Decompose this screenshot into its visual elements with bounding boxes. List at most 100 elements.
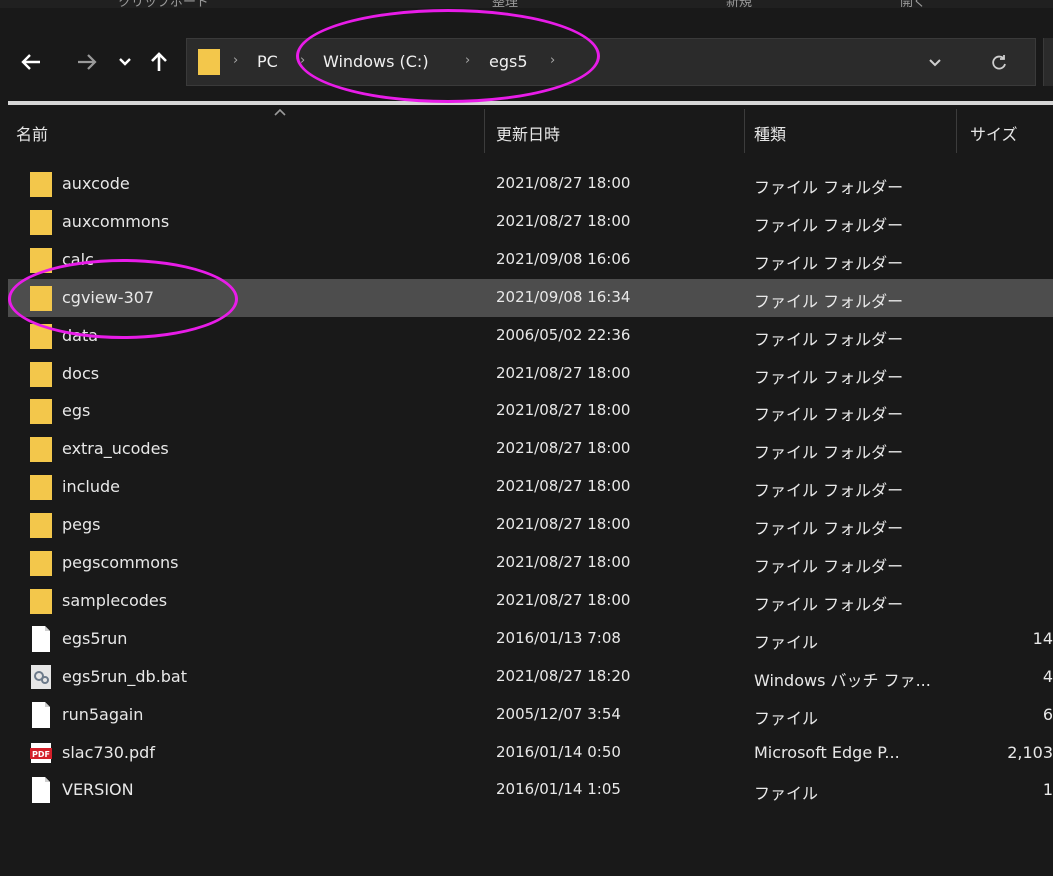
recent-locations-button[interactable] bbox=[112, 50, 138, 74]
svg-text:PDF: PDF bbox=[32, 750, 50, 759]
breadcrumb-item-pc[interactable]: PC bbox=[257, 52, 278, 71]
file-row[interactable]: cgview-307 2021/09/08 16:34 ファイル フォルダー bbox=[8, 278, 1053, 317]
file-type: ファイル フォルダー bbox=[754, 481, 904, 501]
file-name: pegscommons bbox=[62, 553, 179, 572]
file-type: ファイル bbox=[754, 708, 819, 728]
file-date: 2021/08/27 18:00 bbox=[496, 439, 631, 458]
file-type: ファイル フォルダー bbox=[754, 215, 904, 235]
file-row[interactable]: samplecodes 2021/08/27 18:00 ファイル フォルダー bbox=[8, 582, 1053, 620]
chevron-down-icon bbox=[119, 58, 131, 66]
file-type: ファイル フォルダー bbox=[754, 291, 904, 311]
file-row[interactable]: docs 2021/08/27 18:00 ファイル フォルダー bbox=[8, 355, 1053, 393]
arrow-right-icon bbox=[78, 54, 97, 70]
column-divider[interactable] bbox=[956, 109, 957, 153]
breadcrumb-separator: › bbox=[233, 53, 239, 68]
file-name: extra_ucodes bbox=[62, 439, 169, 459]
file-type: Windows バッチ ファ... bbox=[754, 670, 931, 690]
breadcrumb-item-egs5[interactable]: egs5 bbox=[489, 52, 528, 71]
column-header-date[interactable]: 更新日時 bbox=[496, 121, 560, 145]
file-type: Microsoft Edge P... bbox=[754, 742, 900, 762]
folder-icon bbox=[30, 588, 52, 614]
file-row[interactable]: extra_ucodes 2021/08/27 18:00 ファイル フォルダー bbox=[8, 430, 1053, 468]
ribbon-label-new: 新規 bbox=[726, 0, 753, 8]
file-row[interactable]: calc 2021/09/08 16:06 ファイル フォルダー bbox=[8, 241, 1053, 279]
column-header-row: 名前 更新日時 種類 サイズ bbox=[8, 105, 1053, 157]
sort-ascending-icon bbox=[274, 108, 286, 116]
back-button[interactable] bbox=[18, 50, 44, 74]
file-row[interactable]: pegs 2021/08/27 18:00 ファイル フォルダー bbox=[8, 506, 1053, 544]
folder-icon bbox=[30, 172, 52, 197]
file-type: ファイル bbox=[754, 784, 819, 804]
arrow-left-icon bbox=[21, 54, 40, 70]
file-size: 14 bbox=[1032, 628, 1053, 648]
file-row[interactable]: PDF slac730.pdf 2016/01/14 0:50 Microsoft E… bbox=[8, 734, 1053, 772]
breadcrumb-item-drive[interactable]: Windows (C:) bbox=[323, 52, 429, 71]
folder-icon bbox=[30, 209, 52, 235]
file-name: data bbox=[62, 325, 99, 345]
up-button[interactable] bbox=[146, 50, 172, 74]
folder-icon bbox=[198, 49, 220, 75]
batch-file-icon bbox=[31, 664, 51, 689]
file-type: ファイル フォルダー bbox=[754, 557, 904, 576]
file-name: egs5run_db.bat bbox=[62, 666, 188, 686]
file-name: egs5run bbox=[62, 628, 128, 648]
file-name: docs bbox=[62, 363, 100, 383]
file-type: ファイル フォルダー bbox=[754, 367, 904, 387]
file-row[interactable]: egs5run 2016/01/13 7:08 ファイル 14 bbox=[8, 620, 1053, 658]
file-row[interactable]: run5again 2005/12/07 3:54 ファイル 6 bbox=[8, 696, 1053, 734]
address-bar[interactable]: › PC › Windows (C:) › egs5 › bbox=[186, 38, 1036, 86]
column-divider[interactable] bbox=[744, 109, 745, 153]
file-name: slac730.pdf bbox=[62, 742, 155, 762]
file-type: ファイル フォルダー bbox=[754, 178, 904, 197]
ribbon-label-organize: 整理 bbox=[492, 0, 519, 8]
column-divider[interactable] bbox=[484, 109, 485, 153]
forward-button[interactable] bbox=[74, 50, 100, 74]
column-header-type[interactable]: 種類 bbox=[754, 121, 786, 145]
file-row[interactable]: egs5run_db.bat 2021/08/27 18:20 Windows バッ… bbox=[8, 658, 1053, 696]
file-date: 2021/08/27 18:00 bbox=[496, 515, 631, 534]
file-date: 2021/09/08 16:34 bbox=[496, 287, 631, 306]
search-box[interactable] bbox=[1043, 38, 1053, 86]
file-type: ファイル フォルダー bbox=[754, 253, 904, 273]
file-type: ファイル フォルダー bbox=[754, 594, 904, 614]
file-row[interactable]: auxcode 2021/08/27 18:00 ファイル フォルダー bbox=[8, 165, 1053, 203]
file-row[interactable]: include 2021/08/27 18:00 ファイル フォルダー bbox=[8, 468, 1053, 506]
column-header-name[interactable]: 名前 bbox=[16, 121, 48, 145]
file-date: 2021/08/27 18:00 bbox=[496, 590, 631, 609]
file-row[interactable]: egs 2021/08/27 18:00 ファイル フォルダー bbox=[8, 392, 1053, 430]
file-name: run5again bbox=[62, 704, 144, 724]
file-type: ファイル フォルダー bbox=[754, 519, 904, 539]
file-row[interactable]: data 2006/05/02 22:36 ファイル フォルダー bbox=[8, 317, 1053, 355]
folder-icon bbox=[30, 361, 52, 387]
file-icon bbox=[32, 701, 50, 728]
file-name: egs bbox=[62, 401, 91, 421]
pdf-icon: PDF bbox=[30, 742, 52, 763]
file-row[interactable]: VERSION 2016/01/14 1:05 ファイル 1 bbox=[8, 771, 1053, 809]
file-name: calc bbox=[62, 249, 94, 269]
file-name: cgview-307 bbox=[62, 287, 155, 307]
file-name: auxcode bbox=[62, 174, 130, 193]
file-date: 2021/08/27 18:00 bbox=[496, 401, 631, 420]
breadcrumb-separator: › bbox=[300, 53, 306, 68]
folder-icon bbox=[30, 551, 52, 576]
file-row[interactable]: pegscommons 2021/08/27 18:00 ファイル フォルダー bbox=[8, 544, 1053, 582]
file-name: samplecodes bbox=[62, 590, 168, 610]
file-date: 2021/09/08 16:06 bbox=[496, 249, 631, 268]
folder-icon bbox=[30, 513, 52, 539]
chevron-down-icon bbox=[929, 59, 941, 67]
breadcrumb-separator: › bbox=[550, 53, 556, 68]
column-header-size[interactable]: サイズ bbox=[970, 121, 1018, 145]
file-type: ファイル bbox=[754, 632, 819, 652]
folder-icon bbox=[30, 475, 52, 501]
folder-icon bbox=[30, 247, 52, 273]
file-date: 2005/12/07 3:54 bbox=[496, 704, 621, 723]
file-date: 2021/08/27 18:00 bbox=[496, 363, 631, 382]
file-date: 2021/08/27 18:20 bbox=[496, 666, 631, 685]
refresh-button[interactable] bbox=[985, 49, 1013, 77]
breadcrumb-separator: › bbox=[465, 53, 471, 68]
ribbon-label-open: 開く bbox=[900, 0, 927, 8]
address-history-dropdown[interactable] bbox=[925, 53, 945, 73]
file-row[interactable]: auxcommons 2021/08/27 18:00 ファイル フォルダー bbox=[8, 203, 1053, 241]
file-date: 2021/08/27 18:00 bbox=[496, 553, 631, 571]
file-type: ファイル フォルダー bbox=[754, 329, 904, 349]
